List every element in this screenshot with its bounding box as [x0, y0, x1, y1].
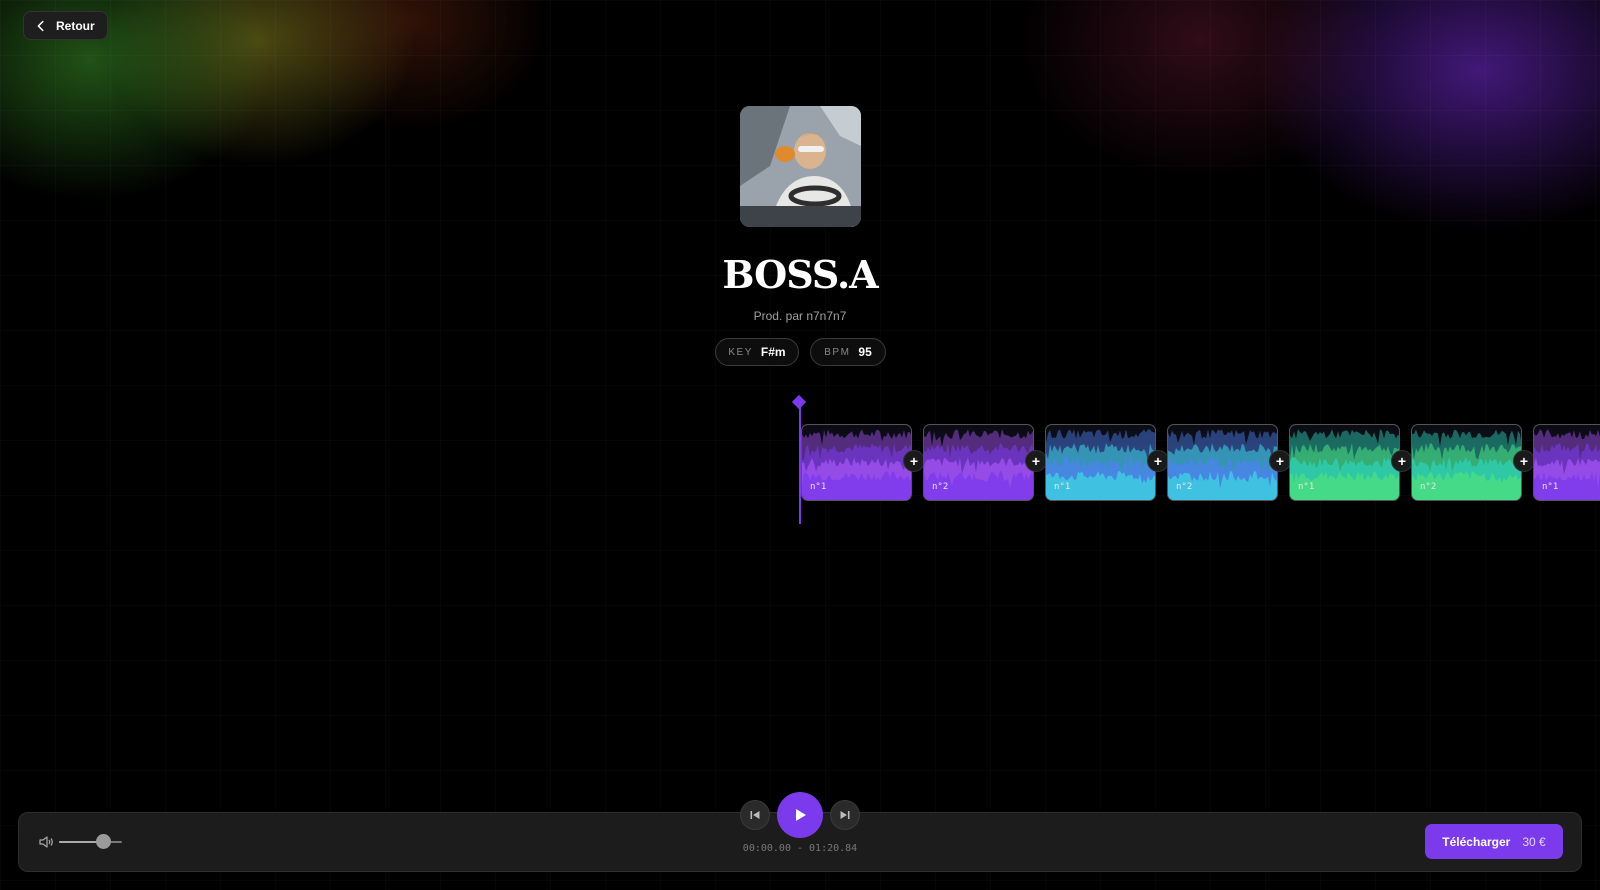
- download-label: Télécharger: [1442, 834, 1511, 849]
- clip-label: n°1: [810, 482, 827, 492]
- clip-label: n°1: [1542, 482, 1559, 492]
- add-clip-button[interactable]: +: [1269, 450, 1291, 472]
- chevron-left-icon: [37, 20, 44, 31]
- timeline-clip[interactable]: n°1: [801, 424, 912, 501]
- producer-credit: Prod. par n7n7n7: [753, 309, 847, 323]
- add-clip-button[interactable]: +: [1025, 450, 1047, 472]
- add-clip-button[interactable]: +: [903, 450, 925, 472]
- clip-label: n°2: [932, 482, 949, 492]
- clip-label: n°2: [1420, 482, 1437, 492]
- price: 30 €: [1522, 834, 1546, 849]
- timeline-clip[interactable]: n°1: [1045, 424, 1156, 501]
- bpm-badge: BPM 95: [810, 338, 886, 366]
- back-label: Retour: [56, 18, 95, 33]
- key-badge: KEY F#m: [715, 338, 799, 366]
- clip-label: n°1: [1054, 482, 1071, 492]
- timeline-clip[interactable]: n°2: [1411, 424, 1522, 501]
- playhead[interactable]: [799, 404, 801, 524]
- previous-button[interactable]: [740, 800, 770, 830]
- add-clip-button[interactable]: +: [1391, 450, 1413, 472]
- time-display: 00:00.00 - 01:20.84: [742, 843, 858, 854]
- cover-art: [740, 106, 861, 227]
- timeline-clip[interactable]: n°2: [1167, 424, 1278, 501]
- key-label: KEY: [728, 346, 753, 358]
- play-icon: [796, 809, 806, 821]
- key-value: F#m: [760, 345, 786, 359]
- play-button[interactable]: [777, 792, 823, 838]
- playhead-handle[interactable]: [791, 394, 807, 410]
- skip-back-icon: [750, 811, 760, 819]
- back-button[interactable]: Retour: [23, 11, 108, 40]
- bpm-value: 95: [858, 345, 872, 359]
- timeline-clip[interactable]: n°1: [1289, 424, 1400, 501]
- add-clip-button[interactable]: +: [1147, 450, 1169, 472]
- clip-label: n°2: [1176, 482, 1193, 492]
- track-title: BOSS.A: [722, 252, 878, 297]
- timeline-clip[interactable]: n°1: [1533, 424, 1600, 501]
- timeline-clip[interactable]: n°2: [923, 424, 1034, 501]
- skip-forward-icon: [840, 811, 850, 819]
- clip-label: n°1: [1298, 482, 1315, 492]
- next-button[interactable]: [830, 800, 860, 830]
- bpm-label: BPM: [824, 346, 851, 358]
- add-clip-button[interactable]: +: [1513, 450, 1535, 472]
- download-button[interactable]: Télécharger 30 €: [1425, 824, 1563, 859]
